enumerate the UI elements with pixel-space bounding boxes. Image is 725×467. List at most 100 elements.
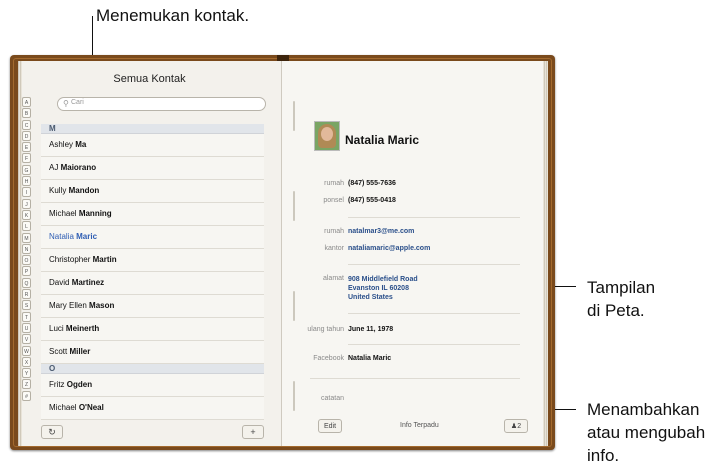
- mobile-value[interactable]: (847) 555-0418: [348, 197, 396, 204]
- contact-row[interactable]: David Martinez: [41, 272, 264, 295]
- contact-last-name: Martinez: [71, 278, 105, 287]
- edit-button[interactable]: Edit: [318, 419, 342, 433]
- contact-row[interactable]: Fritz Ogden: [41, 374, 264, 397]
- contact-row[interactable]: Scott Miller: [41, 341, 264, 364]
- index-tab[interactable]: U: [22, 322, 31, 333]
- linked-contacts-button[interactable]: ♟2: [504, 419, 528, 433]
- contact-detail-page: Natalia Maric rumah (847) 555-7636 ponse…: [282, 61, 548, 446]
- page-ring: [293, 191, 295, 221]
- home-email-link[interactable]: natalmar3@me.com: [348, 228, 414, 235]
- contact-row[interactable]: Mary Ellen Mason: [41, 295, 264, 318]
- index-tab[interactable]: O: [22, 255, 31, 266]
- index-tab[interactable]: K: [22, 209, 31, 220]
- mobile-label: ponsel: [323, 197, 344, 204]
- search-placeholder: Cari: [71, 99, 84, 106]
- contact-first-name: Natalia: [49, 232, 74, 241]
- index-tab[interactable]: D: [22, 130, 31, 141]
- section-header: M: [41, 124, 264, 134]
- birthday-label: ulang tahun: [307, 326, 344, 333]
- index-tab[interactable]: E: [22, 142, 31, 153]
- contacts-list-page: Semua Kontak A B C D E F G H I J K L M N O P Q R S T U V W X Y Z #…: [18, 61, 282, 446]
- contact-first-name: Michael: [49, 403, 77, 412]
- contact-last-name: Mandon: [68, 186, 100, 195]
- index-tab[interactable]: C: [22, 119, 31, 130]
- index-tab[interactable]: M: [22, 232, 31, 243]
- contact-first-name: Kully: [49, 186, 67, 195]
- list-toolbar: ↻ +: [41, 425, 264, 439]
- index-tab[interactable]: L: [22, 221, 31, 232]
- index-tab[interactable]: G: [22, 164, 31, 175]
- contact-row[interactable]: Luci Meinerth: [41, 318, 264, 341]
- contact-row[interactable]: Christopher Martin: [41, 249, 264, 272]
- index-tab[interactable]: F: [22, 153, 31, 164]
- add-contact-button[interactable]: +: [242, 425, 264, 439]
- index-tab[interactable]: W: [22, 345, 31, 356]
- page-ring: [293, 291, 295, 321]
- index-tab[interactable]: P: [22, 266, 31, 277]
- contacts-book: Semua Kontak A B C D E F G H I J K L M N O P Q R S T U V W X Y Z #…: [10, 55, 555, 450]
- contact-row[interactable]: Ashley Ma: [41, 134, 264, 157]
- address-line1: 908 Middlefield Road: [348, 276, 418, 283]
- contact-list: M Ashley Ma AJ Maiorano Kully Mandon Michael…: [41, 124, 264, 420]
- callout-edit-line1: Menambahkan: [587, 400, 700, 419]
- index-tab[interactable]: T: [22, 311, 31, 322]
- index-tab[interactable]: #: [22, 390, 31, 401]
- contact-last-name: Manning: [78, 209, 112, 218]
- contact-first-name: Michael: [49, 209, 77, 218]
- index-tab[interactable]: R: [22, 289, 31, 300]
- address-label: alamat: [322, 275, 344, 282]
- address-line2: Evanston IL 60208: [348, 285, 409, 292]
- index-tab[interactable]: Z: [22, 379, 31, 390]
- index-tab[interactable]: S: [22, 300, 31, 311]
- home-phone-value[interactable]: (847) 555-7636: [348, 180, 396, 187]
- index-tab[interactable]: V: [22, 334, 31, 345]
- divider: [348, 344, 520, 345]
- index-tab[interactable]: Y: [22, 368, 31, 379]
- contact-last-name: Ogden: [66, 380, 93, 389]
- alphabet-index[interactable]: A B C D E F G H I J K L M N O P Q R S T U V W X Y Z #: [22, 97, 32, 402]
- contact-row[interactable]: Michael Manning: [41, 203, 264, 226]
- contact-row[interactable]: Michael O'Neal: [41, 397, 264, 420]
- index-tab[interactable]: J: [22, 198, 31, 209]
- index-tab[interactable]: N: [22, 243, 31, 254]
- contact-row[interactable]: AJ Maiorano: [41, 157, 264, 180]
- birthday-value: June 11, 1978: [348, 326, 394, 333]
- unified-info-label: Info Terpadu: [400, 422, 439, 429]
- page-edge-right: [543, 61, 548, 446]
- callout-find-contacts: Menemukan kontak.: [96, 6, 250, 25]
- callout-edit-line3: info.: [587, 446, 620, 465]
- refresh-button[interactable]: ↻: [41, 425, 63, 439]
- callout-edit-line2: atau mengubah: [587, 423, 706, 442]
- contact-row[interactable]: Kully Mandon: [41, 180, 264, 203]
- contact-last-name: Maric: [76, 232, 98, 241]
- index-tab[interactable]: H: [22, 176, 31, 187]
- index-tab[interactable]: B: [22, 108, 31, 119]
- contact-last-name: Maiorano: [60, 163, 97, 172]
- index-tab[interactable]: A: [22, 97, 31, 107]
- contact-first-name: Luci: [49, 324, 64, 333]
- contact-last-name: Mason: [89, 301, 115, 310]
- add-icon: +: [250, 427, 256, 437]
- contact-last-name: Ma: [75, 140, 87, 149]
- linked-count: 2: [517, 423, 522, 430]
- contact-row[interactable]: Natalia Maric: [41, 226, 264, 249]
- callout-edit: Menambahkan atau mengubah info.: [587, 398, 705, 467]
- contact-photo[interactable]: [314, 121, 340, 151]
- section-header: O: [41, 364, 264, 374]
- search-input[interactable]: ⚲ Cari: [57, 97, 266, 111]
- address-link[interactable]: 908 Middlefield Road Evanston IL 60208 U…: [348, 275, 418, 302]
- contact-last-name: Meinerth: [65, 324, 100, 333]
- index-tab[interactable]: I: [22, 187, 31, 198]
- work-email-link[interactable]: nataliamaric@apple.com: [348, 245, 430, 252]
- home-email-label: rumah: [324, 228, 344, 235]
- work-email-label: kantor: [324, 245, 344, 252]
- contact-first-name: David: [49, 278, 70, 287]
- notes-label: catatan: [321, 395, 344, 402]
- contact-first-name: Fritz: [49, 380, 65, 389]
- index-tab[interactable]: X: [22, 356, 31, 367]
- page-ring: [293, 101, 295, 131]
- facebook-value[interactable]: Natalia Maric: [348, 355, 391, 362]
- divider: [348, 217, 520, 218]
- contact-first-name: Mary Ellen: [49, 301, 87, 310]
- index-tab[interactable]: Q: [22, 277, 31, 288]
